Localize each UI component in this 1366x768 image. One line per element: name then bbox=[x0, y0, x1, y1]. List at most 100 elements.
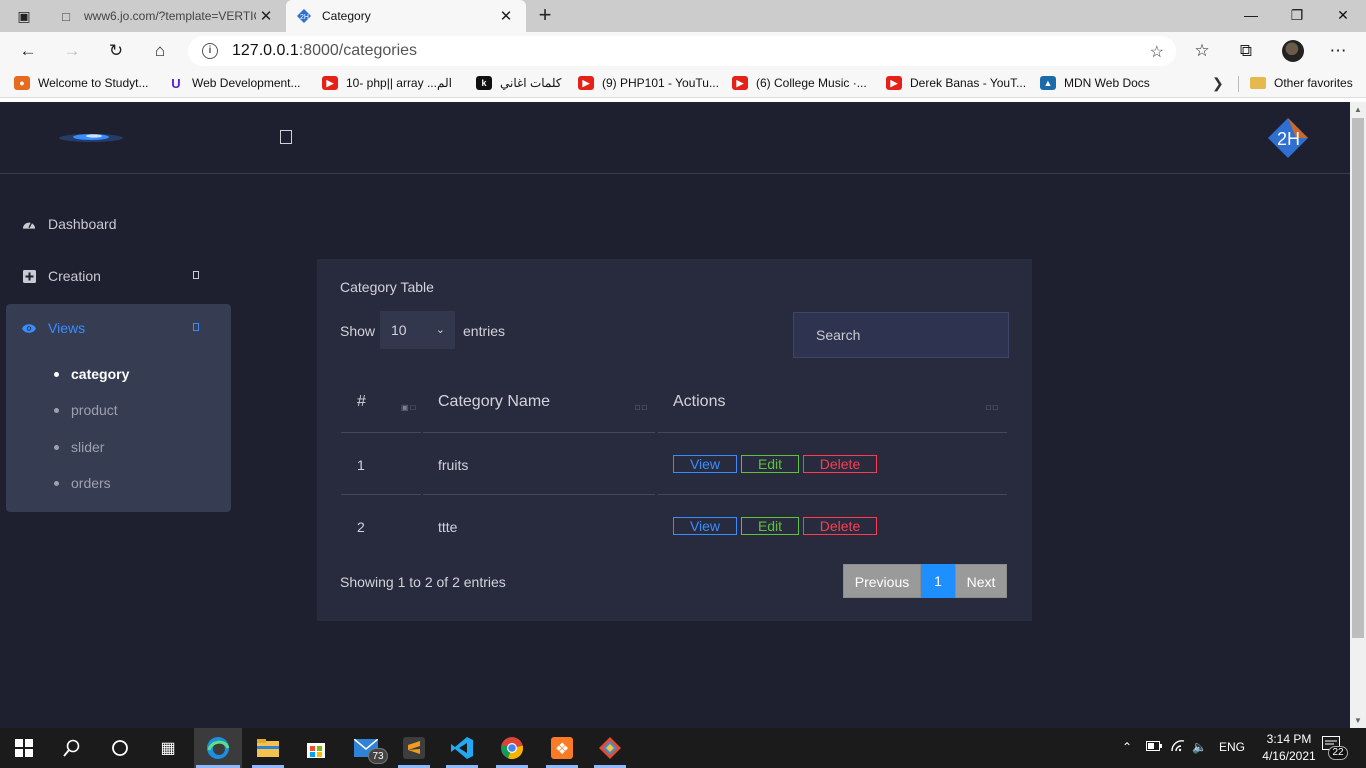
page-1-button[interactable]: 1 bbox=[921, 564, 955, 598]
top-navbar: 2H bbox=[0, 102, 1350, 174]
refresh-icon[interactable]: ↻ bbox=[102, 38, 130, 64]
task-view-icon[interactable]: ▦ bbox=[154, 734, 182, 762]
profile-logo[interactable]: 2H bbox=[1266, 116, 1310, 160]
chrome-icon[interactable] bbox=[498, 734, 526, 762]
xampp-icon[interactable]: ❖ bbox=[548, 734, 576, 762]
address-bar[interactable]: i 127.0.0.1:8000/categories ☆ bbox=[188, 36, 1176, 66]
windows-start-icon[interactable] bbox=[10, 734, 38, 762]
scroll-down-icon[interactable]: ▼ bbox=[1354, 716, 1362, 725]
sidebar-item-label: Views bbox=[48, 320, 86, 336]
column-header-id[interactable]: # ▣□ bbox=[341, 379, 421, 433]
favorites-bar: ● Welcome to Studyt... U Web Development..… bbox=[0, 70, 1366, 98]
close-tab-icon[interactable]: ✕ bbox=[496, 7, 516, 25]
youtube-icon: ▶ bbox=[322, 76, 338, 90]
favorite-link[interactable]: ▶ (6) College Music ·... bbox=[732, 76, 867, 90]
add-favorite-icon[interactable]: ☆ bbox=[1150, 42, 1164, 62]
volume-icon[interactable]: 🔈 bbox=[1192, 740, 1207, 754]
system-clock[interactable]: 3:14 PM 4/16/2021 bbox=[1256, 731, 1322, 765]
vscode-icon[interactable] bbox=[448, 734, 476, 762]
search-icon[interactable] bbox=[58, 734, 86, 762]
sidebar-item-creation[interactable]: Creation bbox=[6, 254, 231, 298]
entries-per-page-select[interactable]: 10 ⌄ bbox=[380, 311, 455, 349]
forward-icon[interactable]: → bbox=[58, 38, 86, 64]
browser-tab-inactive[interactable]: □ www6.jo.com/?template=VERTIC ✕ bbox=[48, 0, 286, 32]
view-button[interactable]: View bbox=[673, 517, 737, 535]
brand-logo[interactable] bbox=[58, 130, 124, 146]
scrollbar-thumb[interactable] bbox=[1352, 118, 1364, 638]
browser-tab-active[interactable]: 2H Category ✕ bbox=[286, 0, 526, 32]
table-cell-name: ttte bbox=[438, 519, 458, 535]
favorite-link[interactable]: ▶ (9) PHP101 - YouTu... bbox=[578, 76, 719, 90]
previous-page-button[interactable]: Previous bbox=[843, 564, 921, 598]
back-icon[interactable]: ← bbox=[14, 38, 42, 64]
notifications-icon[interactable]: 22 bbox=[1322, 736, 1352, 760]
youtube-icon: ▶ bbox=[886, 76, 902, 90]
cortana-icon[interactable] bbox=[106, 734, 134, 762]
favorite-link[interactable]: k كلمات اغاني bbox=[476, 76, 562, 90]
sidebar-item-label: Creation bbox=[48, 268, 101, 284]
profile-avatar[interactable] bbox=[1282, 40, 1304, 62]
store-icon[interactable] bbox=[302, 734, 330, 762]
edit-button[interactable]: Edit bbox=[741, 455, 799, 473]
favorite-link[interactable]: ▶ 10- php|| array ...الم bbox=[322, 76, 452, 90]
sort-icon: ▣□ bbox=[401, 403, 418, 412]
table-cell-actions: View Edit Delete bbox=[658, 435, 1007, 495]
edit-button[interactable]: Edit bbox=[741, 517, 799, 535]
info-icon[interactable]: i bbox=[202, 43, 218, 59]
collections-icon[interactable]: ⧉ bbox=[1232, 38, 1260, 64]
card-title: Category Table bbox=[340, 279, 434, 295]
submenu-item-slider[interactable]: slider bbox=[54, 439, 104, 455]
eye-icon bbox=[22, 321, 36, 335]
view-button[interactable]: View bbox=[673, 455, 737, 473]
favorite-link[interactable]: U Web Development... bbox=[168, 76, 300, 91]
sidebar-item-dashboard[interactable]: Dashboard bbox=[6, 202, 231, 246]
favorite-link[interactable]: ▶ Derek Banas - YouT... bbox=[886, 76, 1026, 90]
edge-browser-icon[interactable] bbox=[204, 734, 232, 762]
favorites-icon[interactable]: ☆ bbox=[1188, 38, 1216, 64]
sublime-text-icon[interactable] bbox=[400, 734, 428, 762]
submenu-item-category[interactable]: category bbox=[54, 366, 129, 382]
close-tab-icon[interactable]: ✕ bbox=[256, 7, 276, 25]
clock-time: 3:14 PM bbox=[1266, 732, 1312, 746]
notification-count: 22 bbox=[1328, 746, 1348, 760]
table-cell-id: 1 bbox=[341, 435, 421, 495]
submenu-item-product[interactable]: product bbox=[54, 402, 118, 418]
scroll-up-icon[interactable]: ▲ bbox=[1354, 105, 1362, 114]
delete-button[interactable]: Delete bbox=[803, 455, 877, 473]
sidebar-item-views[interactable]: Views bbox=[6, 306, 231, 350]
other-favorites[interactable]: Other favorites bbox=[1250, 76, 1353, 90]
home-icon[interactable]: ⌂ bbox=[146, 38, 174, 64]
tab-actions-icon[interactable]: ▣ bbox=[10, 6, 38, 26]
table-cell-actions: View Edit Delete bbox=[658, 497, 1007, 557]
admin-page: 2H Dashboard Creation Views category pro… bbox=[0, 102, 1350, 728]
menu-toggle-icon[interactable] bbox=[280, 130, 292, 144]
file-explorer-icon[interactable] bbox=[254, 734, 282, 762]
chevron-down-icon: ⌄ bbox=[435, 324, 445, 336]
more-options-icon[interactable]: ⋯ bbox=[1324, 38, 1352, 64]
column-header-actions[interactable]: Actions □□ bbox=[658, 379, 1007, 433]
chevron-right-icon[interactable]: ❯ bbox=[1212, 75, 1224, 92]
delete-button[interactable]: Delete bbox=[803, 517, 877, 535]
column-header-category-name[interactable]: Category Name □□ bbox=[423, 379, 655, 433]
category-table-card: Category Table Show 10 ⌄ entries Search … bbox=[317, 259, 1032, 621]
minimize-icon[interactable]: — bbox=[1228, 0, 1274, 30]
show-hidden-icons-icon[interactable]: ⌃ bbox=[1122, 740, 1132, 754]
sidebar-item-label: Dashboard bbox=[48, 216, 117, 232]
restore-icon[interactable]: ❐ bbox=[1274, 0, 1320, 30]
new-tab-icon[interactable]: + bbox=[532, 3, 558, 29]
submenu-item-orders[interactable]: orders bbox=[54, 475, 111, 491]
next-page-button[interactable]: Next bbox=[955, 564, 1007, 598]
wifi-icon[interactable] bbox=[1170, 740, 1186, 755]
favorite-link[interactable]: ▲ MDN Web Docs bbox=[1040, 76, 1150, 90]
table-cell-name: fruits bbox=[423, 435, 655, 495]
git-icon[interactable] bbox=[596, 734, 624, 762]
battery-icon[interactable] bbox=[1146, 740, 1162, 754]
bullet bbox=[54, 371, 59, 377]
language-indicator[interactable]: ENG bbox=[1219, 740, 1245, 754]
windows-taskbar: ▦ 73 ❖ ⌃ 🔈 ENG 3:14 PM 4/16/2021 22 bbox=[0, 728, 1366, 768]
search-input[interactable]: Search bbox=[793, 312, 1009, 358]
page-scrollbar[interactable]: ▲ ▼ bbox=[1350, 102, 1366, 728]
favorite-link[interactable]: ● Welcome to Studyt... bbox=[14, 76, 149, 90]
close-window-icon[interactable]: ✕ bbox=[1320, 0, 1366, 30]
entries-label: entries bbox=[463, 323, 506, 339]
